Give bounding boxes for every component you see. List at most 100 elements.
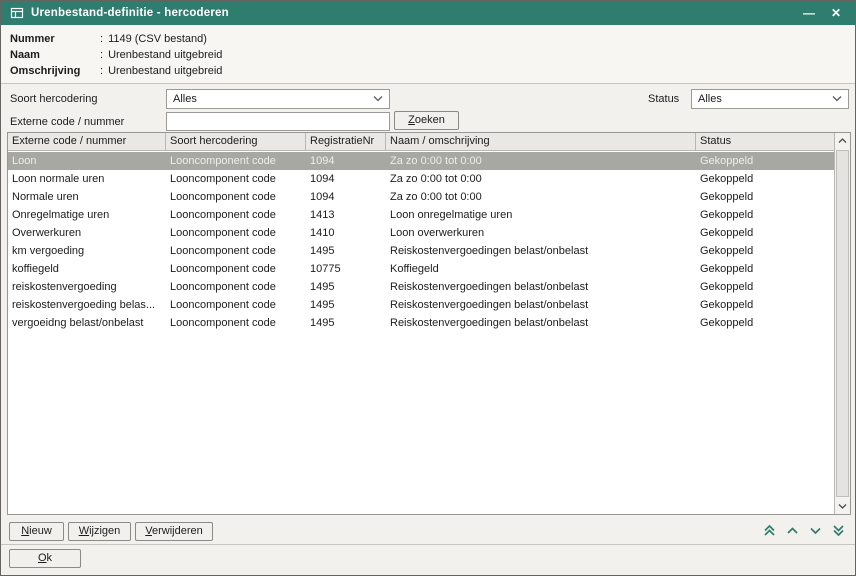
- recode-table: Externe code / nummer Soort hercodering …: [7, 132, 851, 515]
- table-cell: Gekoppeld: [696, 173, 834, 185]
- table-cell: 1094: [306, 155, 386, 167]
- vertical-scrollbar[interactable]: [834, 133, 850, 514]
- table-row[interactable]: reiskostenvergoeding belas...Looncompone…: [8, 296, 834, 314]
- info-row-nummer: Nummer : 1149 (CSV bestand): [10, 31, 846, 47]
- table-cell: Loon normale uren: [8, 173, 166, 185]
- table-cell: Za zo 0:00 tot 0:00: [386, 191, 696, 203]
- status-selected-value: Alles: [698, 93, 828, 105]
- table-cell: Za zo 0:00 tot 0:00: [386, 155, 696, 167]
- scroll-down-icon[interactable]: [835, 498, 850, 514]
- ok-button[interactable]: Ok: [9, 549, 81, 568]
- next-record-icon[interactable]: [808, 523, 823, 538]
- column-header-soort-hercodering[interactable]: Soort hercodering: [166, 133, 306, 150]
- info-label: Naam: [10, 49, 100, 61]
- table-row[interactable]: reiskostenvergoedingLooncomponent code14…: [8, 278, 834, 296]
- info-value: Urenbestand uitgebreid: [108, 49, 222, 61]
- bottom-separator: [1, 544, 855, 545]
- previous-record-icon[interactable]: [785, 523, 800, 538]
- table-cell: Looncomponent code: [166, 245, 306, 257]
- table-cell: Loon overwerkuren: [386, 227, 696, 239]
- table-cell: reiskostenvergoeding: [8, 281, 166, 293]
- table-cell: 1495: [306, 281, 386, 293]
- table-cell: Onregelmatige uren: [8, 209, 166, 221]
- table-cell: Gekoppeld: [696, 263, 834, 275]
- chevron-down-icon: [832, 93, 842, 105]
- zoeken-button[interactable]: Zoeken: [394, 111, 459, 130]
- column-header-externe-code[interactable]: Externe code / nummer: [8, 133, 166, 150]
- table-cell: Reiskostenvergoedingen belast/onbelast: [386, 281, 696, 293]
- table-cell: Gekoppeld: [696, 245, 834, 257]
- table-cell: Looncomponent code: [166, 299, 306, 311]
- minimize-icon[interactable]: —: [799, 3, 819, 23]
- table-cell: Reiskostenvergoedingen belast/onbelast: [386, 245, 696, 257]
- record-navigation: [762, 523, 846, 538]
- table-cell: Koffiegeld: [386, 263, 696, 275]
- table-cell: Normale uren: [8, 191, 166, 203]
- table-cell: Overwerkuren: [8, 227, 166, 239]
- table-row[interactable]: Normale urenLooncomponent code1094Za zo …: [8, 188, 834, 206]
- info-label: Nummer: [10, 33, 100, 45]
- scroll-up-icon[interactable]: [835, 133, 850, 149]
- table-row[interactable]: vergoeidng belast/onbelastLooncomponent …: [8, 314, 834, 332]
- table-cell: Gekoppeld: [696, 299, 834, 311]
- table-cell: Reiskostenvergoedingen belast/onbelast: [386, 317, 696, 329]
- table-cell: Looncomponent code: [166, 281, 306, 293]
- info-value: Urenbestand uitgebreid: [108, 65, 222, 77]
- table-row[interactable]: Onregelmatige urenLooncomponent code1413…: [8, 206, 834, 224]
- table-cell: Looncomponent code: [166, 263, 306, 275]
- table-cell: Looncomponent code: [166, 317, 306, 329]
- close-icon[interactable]: ✕: [826, 3, 846, 23]
- table-row[interactable]: LoonLooncomponent code1094Za zo 0:00 tot…: [8, 152, 834, 170]
- table-cell: 1413: [306, 209, 386, 221]
- table-cell: Gekoppeld: [696, 227, 834, 239]
- chevron-down-icon: [373, 93, 383, 105]
- info-row-naam: Naam : Urenbestand uitgebreid: [10, 47, 846, 63]
- table-row[interactable]: Loon normale urenLooncomponent code1094Z…: [8, 170, 834, 188]
- table-row[interactable]: OverwerkurenLooncomponent code1410Loon o…: [8, 224, 834, 242]
- table-cell: Za zo 0:00 tot 0:00: [386, 173, 696, 185]
- window-icon: [10, 6, 24, 20]
- verwijderen-button[interactable]: Verwijderen: [135, 522, 213, 541]
- table-cell: 1410: [306, 227, 386, 239]
- table-cell: Looncomponent code: [166, 173, 306, 185]
- soort-hercodering-selected-value: Alles: [173, 93, 369, 105]
- table-cell: Gekoppeld: [696, 155, 834, 167]
- soort-hercodering-label: Soort hercodering: [10, 93, 97, 107]
- column-header-registratienr[interactable]: RegistratieNr: [306, 133, 386, 150]
- column-header-status[interactable]: Status: [696, 133, 834, 150]
- scrollbar-thumb[interactable]: [836, 150, 849, 497]
- first-record-icon[interactable]: [762, 523, 777, 538]
- info-row-omschrijving: Omschrijving : Urenbestand uitgebreid: [10, 63, 846, 79]
- dialog-window: Urenbestand-definitie - hercoderen — ✕ N…: [0, 0, 856, 576]
- window-title: Urenbestand-definitie - hercoderen: [31, 7, 792, 19]
- status-select[interactable]: Alles: [691, 89, 849, 109]
- wijzigen-button[interactable]: Wijzigen: [68, 522, 131, 541]
- table-cell: 1495: [306, 317, 386, 329]
- table-cell: Loon onregelmatige uren: [386, 209, 696, 221]
- info-value: 1149 (CSV bestand): [108, 33, 207, 45]
- column-header-naam-omschrijving[interactable]: Naam / omschrijving: [386, 133, 696, 150]
- status-label: Status: [648, 93, 679, 107]
- table-cell: Looncomponent code: [166, 155, 306, 167]
- table-header: Externe code / nummer Soort hercodering …: [8, 133, 834, 151]
- table-cell: 1495: [306, 299, 386, 311]
- table-cell: Looncomponent code: [166, 209, 306, 221]
- table-cell: 1094: [306, 191, 386, 203]
- table-row[interactable]: koffiegeldLooncomponent code10775Koffieg…: [8, 260, 834, 278]
- nieuw-button[interactable]: Nieuw: [9, 522, 64, 541]
- table-cell: Gekoppeld: [696, 317, 834, 329]
- table-cell: km vergoeding: [8, 245, 166, 257]
- externe-code-input[interactable]: [166, 112, 390, 131]
- table-cell: 10775: [306, 263, 386, 275]
- table-cell: Loon: [8, 155, 166, 167]
- table-body: LoonLooncomponent code1094Za zo 0:00 tot…: [8, 152, 834, 514]
- soort-hercodering-select[interactable]: Alles: [166, 89, 390, 109]
- info-panel: Nummer : 1149 (CSV bestand) Naam : Urenb…: [1, 25, 855, 84]
- info-colon: :: [100, 49, 103, 61]
- last-record-icon[interactable]: [831, 523, 846, 538]
- titlebar: Urenbestand-definitie - hercoderen — ✕: [1, 1, 855, 25]
- table-cell: reiskostenvergoeding belas...: [8, 299, 166, 311]
- info-label: Omschrijving: [10, 65, 100, 77]
- table-cell: vergoeidng belast/onbelast: [8, 317, 166, 329]
- table-row[interactable]: km vergoedingLooncomponent code1495Reisk…: [8, 242, 834, 260]
